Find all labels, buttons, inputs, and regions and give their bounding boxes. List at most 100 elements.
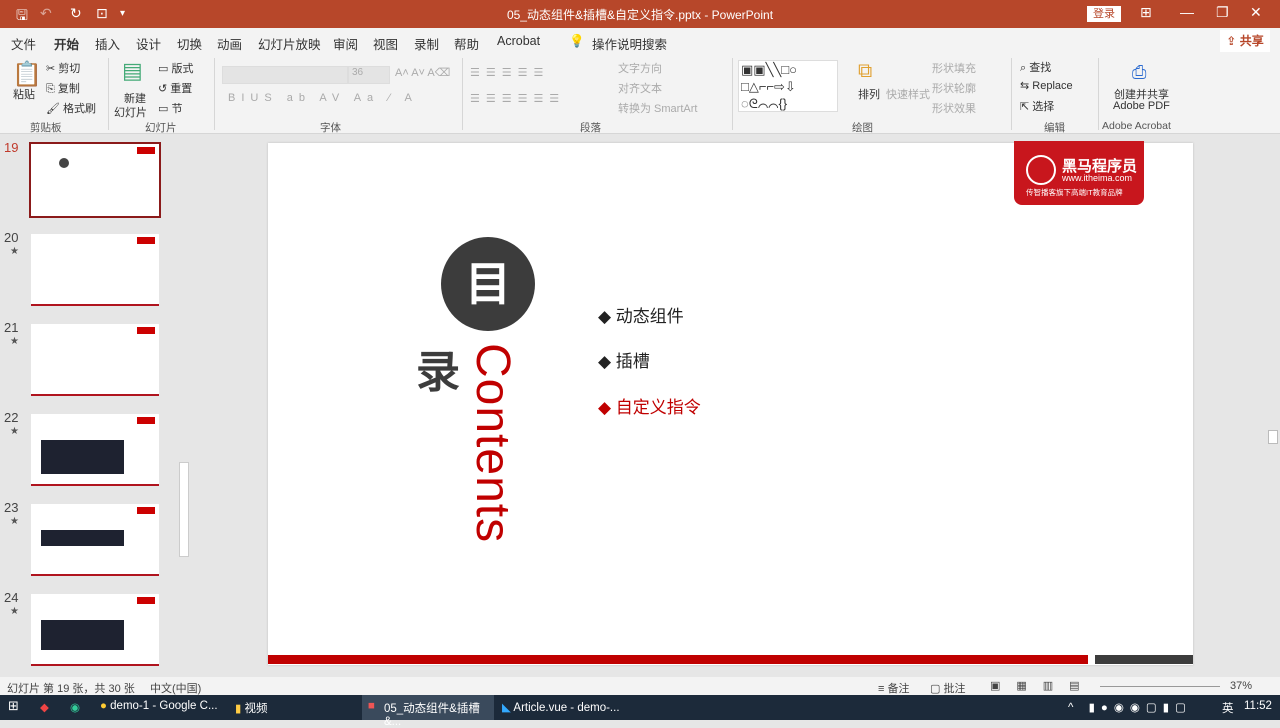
app-icon[interactable]: ◆ <box>40 700 49 714</box>
smartart-button[interactable]: 转换为 SmartArt <box>618 100 697 116</box>
share-label: 共享 <box>1239 34 1264 48</box>
notes-button[interactable]: ≡ 备注 <box>878 680 909 696</box>
select-label: 选择 <box>1032 101 1055 113</box>
slide-canvas[interactable]: 黑马程序员 www.itheima.com 传智播客旗下高端IT教育品牌 目 录… <box>268 141 1193 665</box>
tab-help[interactable]: 帮助 <box>454 34 479 53</box>
shapes-gallery[interactable]: ▣▣╲╲□○ □△⌐⌐⇨⇩ ◌ᘓ⌒⌒{} <box>738 60 838 112</box>
thumb-logo <box>137 327 155 334</box>
thumb-code-block <box>41 440 124 474</box>
quick-styles-button[interactable]: 快速样式 <box>886 86 930 102</box>
align-text-button[interactable]: 对齐文本 <box>618 80 662 96</box>
thumbnail-number: 19 <box>4 140 19 155</box>
thumbnails-scrollbar[interactable] <box>178 137 190 675</box>
replace-button[interactable]: ⇆ Replace <box>1020 79 1073 92</box>
taskbar: ⊞ ◆ ◉ ● demo-1 - Google C... ▮ 视频 ■ 05_动态… <box>0 695 1280 728</box>
agenda-item-slots: ◆ 插槽 <box>598 352 650 371</box>
footer-red-bar <box>268 655 1088 664</box>
font-format-buttons[interactable]: BIUS ab AV Aa ⁄ A <box>228 92 418 104</box>
zoom-level[interactable]: 37% <box>1230 680 1252 692</box>
tab-review[interactable]: 审阅 <box>333 34 358 53</box>
scroll-thumb[interactable] <box>1268 430 1278 444</box>
tab-transitions[interactable]: 切换 <box>177 34 202 53</box>
slide-thumbnail-23[interactable] <box>31 504 159 576</box>
select-button[interactable]: ⇱ 选择 <box>1020 98 1054 114</box>
chrome-icon: ● <box>100 700 107 712</box>
thumbnail-number: 20 <box>4 230 19 245</box>
taskbar-vscode[interactable]: ◣ Article.vue - demo-... <box>502 700 620 714</box>
slide-thumbnail-24[interactable] <box>31 594 159 666</box>
maximize-button[interactable]: ❐ <box>1216 4 1229 21</box>
font-size-buttons[interactable]: A˄ A˅ A⌫ <box>395 66 450 79</box>
zoom-slider[interactable] <box>1100 686 1220 687</box>
close-button[interactable]: ✕ <box>1250 4 1262 21</box>
cut-button[interactable]: ✂ 剪切 <box>46 60 80 76</box>
footer-gray-bar <box>1095 655 1193 664</box>
list-buttons[interactable]: ☰☰☰☰☰ <box>470 66 549 79</box>
arrange-button[interactable]: 排列 <box>858 86 880 102</box>
font-size-input[interactable]: 36 <box>348 66 390 84</box>
slide-thumbnails-pane: 19 20 ★ 21 ★ 22 ★ 23 ★ 24 ★ <box>0 135 178 675</box>
taskbar-folder[interactable]: ▮ 视频 <box>235 700 268 716</box>
new-slide-label: 幻灯片 <box>114 107 147 119</box>
reset-button[interactable]: ↺ 重置 <box>158 80 192 96</box>
shape-fill-button[interactable]: 形状填充 <box>932 60 976 76</box>
layout-button[interactable]: ▭ 版式 <box>158 60 193 76</box>
share-button[interactable]: ⇪ 共享 <box>1220 30 1270 52</box>
tell-me-search[interactable]: 操作说明搜索 <box>592 34 667 53</box>
system-tray-icons[interactable]: ^ ▮●◉◉▢▮▢ <box>1068 700 1192 714</box>
slides-group-label: 幻灯片 <box>145 122 177 134</box>
align-buttons[interactable]: ☰☰☰☰☰☰ <box>470 92 565 105</box>
font-name-input[interactable] <box>222 66 348 84</box>
scroll-thumb[interactable] <box>179 462 189 557</box>
taskbar-powerpoint[interactable]: ■ 05_动态组件&插槽&... <box>362 695 494 728</box>
paste-button[interactable]: 粘贴 <box>13 86 35 102</box>
taskbar-label: Article.vue - demo-... <box>513 702 620 714</box>
animation-star-icon: ★ <box>10 246 19 257</box>
find-button[interactable]: ⌕ 查找 <box>1020 59 1051 75</box>
create-pdf-icon[interactable]: ⎙ <box>1132 62 1146 83</box>
drawing-group-label: 绘图 <box>852 122 873 134</box>
format-painter-label: 格式刷 <box>63 103 97 115</box>
status-bar: 幻灯片 第 19 张，共 30 张 中文(中国) ≡ 备注 ▢ 批注 ▣▦▥▤ … <box>0 677 1280 695</box>
slide-thumbnail-22[interactable] <box>31 414 159 486</box>
copy-button[interactable]: ⎘ 复制 <box>46 80 80 96</box>
folder-icon: ▮ <box>235 703 242 715</box>
language-indicator[interactable]: 中文(中国) <box>150 680 201 696</box>
share-icon: ⇪ <box>1226 34 1237 48</box>
tab-acrobat[interactable]: Acrobat <box>497 34 540 48</box>
create-pdf-label: Adobe PDF <box>1113 100 1170 112</box>
slide-thumbnail-20[interactable] <box>31 234 159 306</box>
new-slide-icon[interactable]: ▤ <box>122 58 143 84</box>
clock[interactable]: 11:52 <box>1244 700 1272 712</box>
tab-animations[interactable]: 动画 <box>217 34 242 53</box>
login-button[interactable]: 登录 <box>1087 6 1121 22</box>
edge-icon[interactable]: ◉ <box>70 700 80 714</box>
section-button[interactable]: ▭ 节 <box>158 100 182 116</box>
shape-effects-button[interactable]: 形状效果 <box>932 100 976 116</box>
tab-file[interactable]: 文件 <box>11 34 36 53</box>
logo-url: www.itheima.com <box>1062 173 1133 183</box>
windows-start-icon[interactable]: ⊞ <box>8 698 19 714</box>
taskbar-chrome[interactable]: ● demo-1 - Google C... <box>100 700 218 712</box>
tab-design[interactable]: 设计 <box>136 34 161 53</box>
slide-thumbnail-19[interactable] <box>29 142 161 218</box>
thumb-logo <box>137 597 155 604</box>
tab-record[interactable]: 录制 <box>414 34 439 53</box>
ime-indicator[interactable]: 英 <box>1222 700 1234 716</box>
acrobat-group-label: Adobe Acrobat <box>1102 120 1171 132</box>
tab-view[interactable]: 视图 <box>373 34 398 53</box>
minimize-button[interactable]: — <box>1180 4 1194 20</box>
paste-icon[interactable]: 📋 <box>12 60 42 89</box>
slide-thumbnail-21[interactable] <box>31 324 159 396</box>
comments-button[interactable]: ▢ 批注 <box>930 680 965 696</box>
ribbon-display-icon[interactable]: ⊞ <box>1140 4 1152 21</box>
tab-insert[interactable]: 插入 <box>95 34 120 53</box>
arrange-icon[interactable]: ⧉ <box>858 60 872 83</box>
tab-slideshow[interactable]: 幻灯片放映 <box>258 34 321 53</box>
view-buttons[interactable]: ▣▦▥▤ <box>990 679 1096 692</box>
slide-scrollbar[interactable] <box>1266 137 1280 675</box>
shape-outline-button[interactable]: 形状轮廓 <box>932 80 976 96</box>
text-direction-button[interactable]: 文字方向 <box>618 60 662 76</box>
comments-label: 批注 <box>943 683 966 695</box>
format-painter-button[interactable]: 🖌 格式刷 <box>46 100 96 116</box>
